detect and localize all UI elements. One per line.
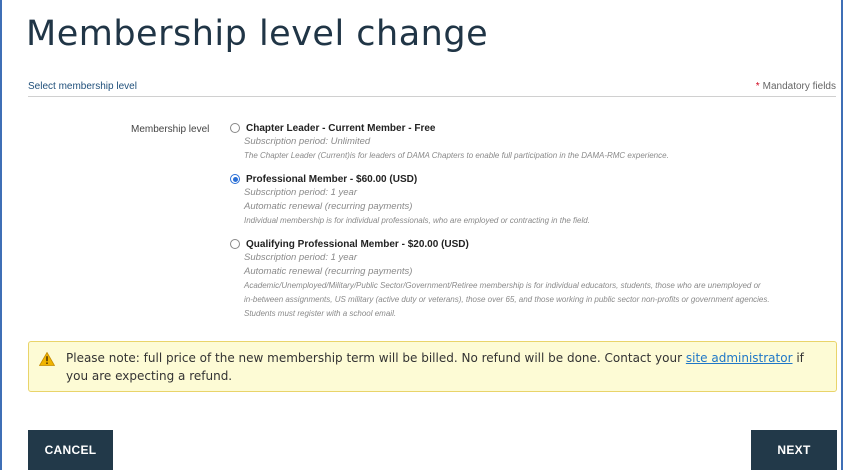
- membership-option-professional[interactable]: Professional Member - $60.00 (USD) Subsc…: [230, 172, 590, 228]
- notice-text: Please note: full price of the new membe…: [66, 349, 826, 385]
- cancel-button[interactable]: CANCEL: [28, 430, 113, 470]
- option-title: Qualifying Professional Member - $20.00 …: [246, 238, 469, 250]
- option-description-line: in-between assignments, US military (act…: [244, 295, 770, 304]
- option-renewal: Automatic renewal (recurring payments): [244, 201, 413, 212]
- mandatory-star: *: [755, 81, 760, 92]
- section-label: Select membership level: [28, 81, 137, 92]
- mandatory-fields-note: * Mandatory fields: [756, 81, 836, 92]
- option-description: Individual membership is for individual …: [244, 216, 590, 225]
- option-description-line: Students must register with a school ema…: [244, 309, 397, 318]
- page-title: Membership level change: [26, 14, 489, 54]
- membership-option-qualifying-professional[interactable]: Qualifying Professional Member - $20.00 …: [230, 237, 770, 321]
- mandatory-label: Mandatory fields: [762, 81, 836, 92]
- radio-professional[interactable]: [230, 174, 240, 184]
- window-frame: [0, 0, 843, 470]
- notice-text-before: Please note: full price of the new membe…: [66, 351, 686, 365]
- option-description: The Chapter Leader (Current)is for leade…: [244, 151, 669, 160]
- option-title: Chapter Leader - Current Member - Free: [246, 122, 436, 134]
- option-renewal: Automatic renewal (recurring payments): [244, 266, 413, 277]
- radio-chapter-leader[interactable]: [230, 123, 240, 133]
- option-subscription: Subscription period: 1 year: [244, 187, 358, 198]
- option-description-line: Academic/Unemployed/Military/Public Sect…: [244, 281, 761, 290]
- site-administrator-link[interactable]: site administrator: [686, 351, 793, 365]
- membership-option-chapter-leader[interactable]: Chapter Leader - Current Member - Free S…: [230, 121, 669, 163]
- option-subscription: Subscription period: Unlimited: [244, 136, 371, 147]
- refund-notice: Please note: full price of the new membe…: [28, 341, 837, 392]
- option-title: Professional Member - $60.00 (USD): [246, 173, 418, 185]
- radio-qualifying-professional[interactable]: [230, 239, 240, 249]
- warning-icon: [39, 352, 55, 366]
- membership-level-label: Membership level: [131, 124, 210, 135]
- section-header: Select membership level * Mandatory field…: [28, 79, 836, 97]
- next-button[interactable]: NEXT: [751, 430, 837, 470]
- option-subscription: Subscription period: 1 year: [244, 252, 358, 263]
